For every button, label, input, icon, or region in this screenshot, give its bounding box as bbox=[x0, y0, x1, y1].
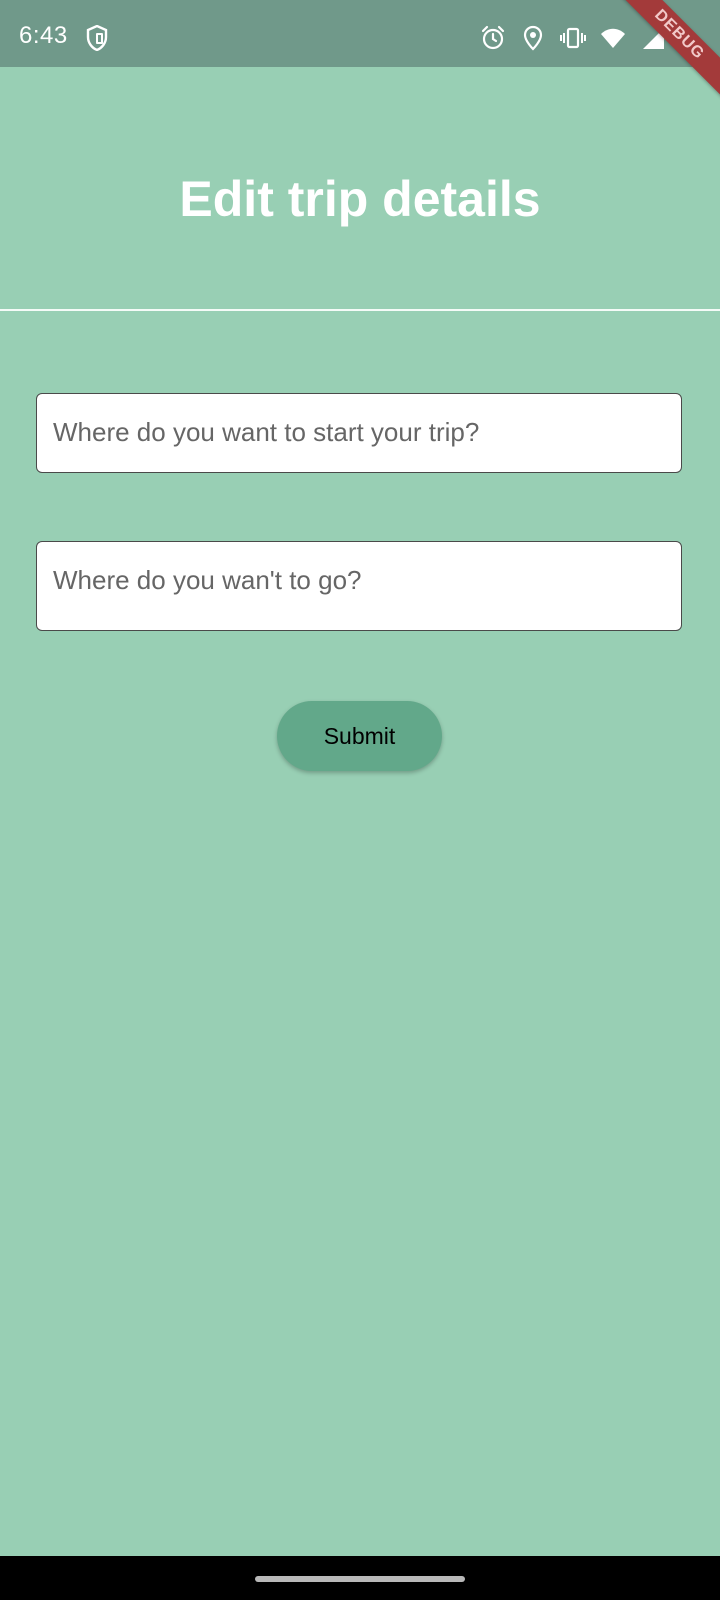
location-icon bbox=[523, 25, 543, 51]
shield-icon bbox=[86, 25, 108, 51]
status-bar: 6:43 DEBUG bbox=[0, 0, 720, 105]
start-location-input[interactable] bbox=[37, 394, 681, 470]
status-time: 6:43 bbox=[19, 22, 68, 49]
wifi-icon bbox=[601, 28, 625, 48]
home-gesture-handle[interactable] bbox=[255, 1576, 465, 1582]
destination-input[interactable] bbox=[37, 542, 681, 618]
page-title: Edit trip details bbox=[179, 171, 541, 227]
debug-banner: DEBUG bbox=[609, 0, 720, 105]
app-screen: 6:43 DEBUG Edit trip details Where do yo… bbox=[0, 0, 720, 1556]
header-divider bbox=[0, 309, 720, 311]
alarm-icon bbox=[481, 25, 505, 50]
submit-button[interactable]: Submit bbox=[277, 701, 442, 771]
navigation-bar bbox=[0, 1556, 720, 1600]
vibrate-icon bbox=[560, 27, 586, 49]
start-location-field[interactable] bbox=[36, 393, 682, 473]
destination-field[interactable] bbox=[36, 541, 682, 631]
